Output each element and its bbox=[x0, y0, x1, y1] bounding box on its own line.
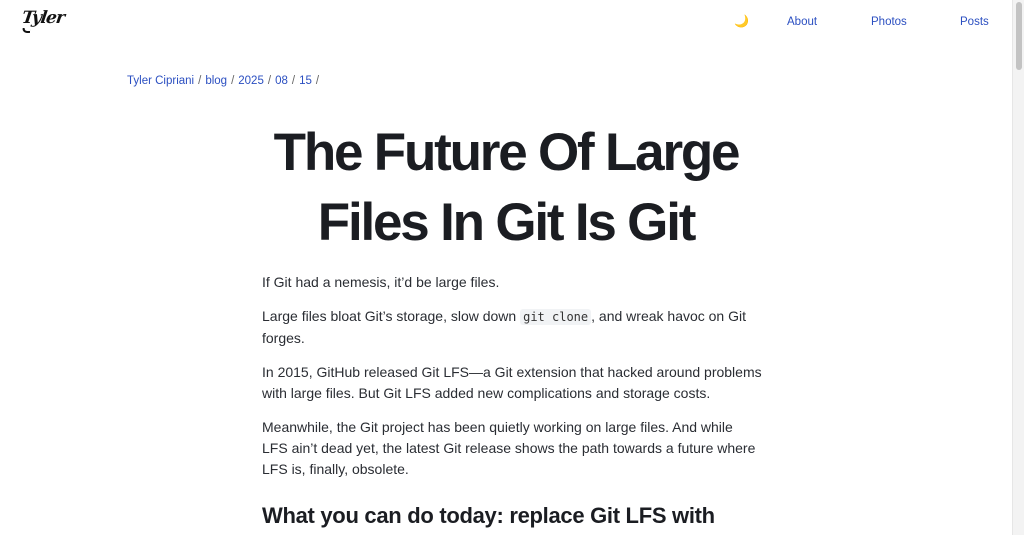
breadcrumb-separator: / bbox=[291, 75, 296, 87]
breadcrumb-separator: / bbox=[267, 75, 272, 87]
section-heading: What you can do today: replace Git LFS w… bbox=[262, 503, 715, 528]
scrollbar-thumb[interactable] bbox=[1016, 2, 1022, 70]
nav-photos-link[interactable]: Photos bbox=[871, 14, 907, 30]
breadcrumb: Tyler Cipriani / blog/2025/08/15/ bbox=[127, 73, 323, 89]
nav-about-link[interactable]: About bbox=[787, 14, 817, 30]
nav-posts-link[interactable]: Posts bbox=[960, 14, 989, 30]
paragraph-meanwhile: Meanwhile, the Git project has been quie… bbox=[262, 419, 756, 477]
breadcrumb-separator: / bbox=[198, 75, 202, 87]
paragraph-text: Large files bloat Git’s storage, slow do… bbox=[262, 308, 521, 324]
site-header: Tyler 🌙 About Photos Posts bbox=[0, 0, 1012, 44]
breadcrumb-year[interactable]: 2025 bbox=[238, 75, 264, 87]
page: Tyler 🌙 About Photos Posts Tyler Ciprian… bbox=[0, 0, 1024, 535]
post-title-line-1: The Future Of Large bbox=[273, 123, 741, 182]
breadcrumb-month[interactable]: 08 bbox=[275, 75, 288, 87]
breadcrumb-author[interactable]: Tyler Cipriani bbox=[127, 75, 194, 87]
logo-text: Tyler bbox=[20, 8, 66, 28]
site-logo[interactable]: Tyler bbox=[20, 8, 66, 33]
breadcrumb-day[interactable]: 15 bbox=[299, 75, 312, 87]
inline-code: git clone bbox=[520, 309, 592, 325]
breadcrumb-separator: / bbox=[315, 75, 320, 87]
logo-flourish bbox=[21, 28, 31, 33]
moon-icon[interactable]: 🌙 bbox=[734, 14, 749, 28]
breadcrumb-separator: / bbox=[231, 75, 235, 87]
breadcrumb-blog[interactable]: blog bbox=[205, 75, 227, 87]
post-title: The Future Of Large Files In Git Is Git bbox=[206, 118, 806, 258]
post-body: If Git had a nemesis, it’d be large file… bbox=[262, 272, 762, 493]
paragraph-large-files: Large files bloat Git’s storage, slow do… bbox=[262, 306, 762, 349]
paragraph-intro: If Git had a nemesis, it’d be large file… bbox=[262, 274, 500, 290]
paragraph-git-lfs: In 2015, GitHub released Git LFS—a Git e… bbox=[262, 364, 762, 401]
post-title-line-2: Files In Git Is Git bbox=[317, 193, 697, 252]
vertical-scrollbar[interactable] bbox=[1012, 0, 1024, 535]
